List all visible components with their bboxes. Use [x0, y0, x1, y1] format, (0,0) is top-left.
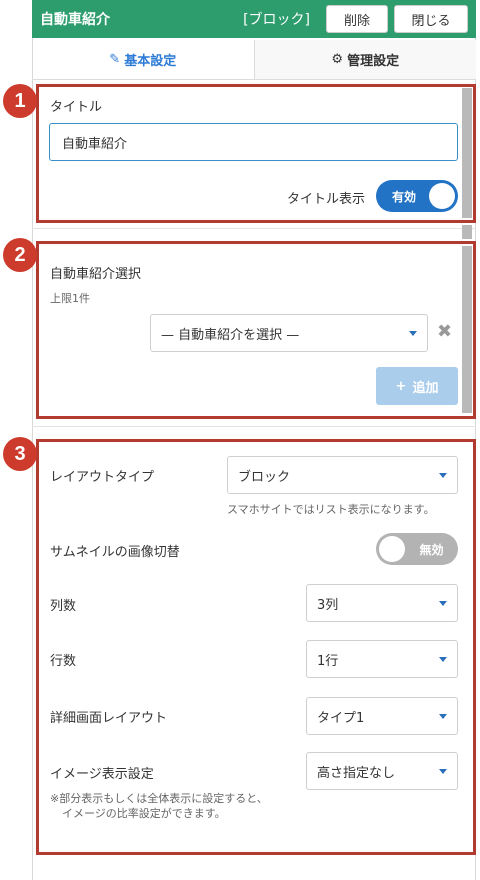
scrollbar[interactable] — [462, 88, 472, 218]
car-select-label: 自動車紹介選択 — [50, 267, 142, 282]
title-display-toggle[interactable]: 有効 — [376, 180, 458, 212]
detail-layout-select[interactable]: タイプ1 — [306, 697, 458, 735]
chevron-down-icon — [439, 768, 447, 774]
image-display-label: イメージ表示設定 — [50, 767, 154, 782]
layout-type-select[interactable]: ブロック — [227, 456, 458, 494]
add-label: 追加 — [412, 380, 439, 396]
rows-select[interactable]: 1行 — [306, 640, 458, 678]
select-value: タイプ1 — [317, 710, 365, 726]
gear-icon: ⚙ — [331, 52, 344, 67]
scrollbar-thumb[interactable] — [462, 225, 472, 239]
columns-select[interactable]: 3列 — [306, 584, 458, 622]
image-note-line2: イメージの比率設定ができます。 — [62, 807, 226, 820]
delete-button[interactable]: 削除 — [326, 5, 388, 33]
toggle-label: 無効 — [419, 542, 444, 557]
tab-label: 管理設定 — [347, 54, 400, 69]
detail-layout-label: 詳細画面レイアウト — [50, 711, 168, 726]
limit-note: 上限1件 — [50, 292, 90, 305]
select-value: 高さ指定なし — [317, 765, 396, 781]
divider — [32, 426, 476, 427]
chevron-down-icon — [439, 656, 447, 662]
tab-label: 基本設定 — [124, 54, 177, 69]
close-button[interactable]: 閉じる — [394, 5, 468, 33]
thumb-switch-label: サムネイルの画像切替 — [50, 545, 180, 560]
close-icon[interactable]: ✖ — [437, 321, 452, 342]
select-value: ブロック — [238, 469, 291, 485]
toggle-knob — [379, 536, 405, 562]
panel-header: 自動車紹介 [ブロック] 削除 閉じる — [32, 0, 476, 38]
chevron-down-icon — [439, 472, 447, 478]
rows-label: 行数 — [50, 654, 77, 669]
edit-icon: ✎ — [109, 52, 121, 67]
chevron-down-icon — [409, 330, 417, 336]
chevron-down-icon — [439, 713, 447, 719]
title-display-label: タイトル表示 — [287, 192, 366, 207]
callout-badge-1: 1 — [3, 84, 37, 118]
columns-label: 列数 — [50, 599, 77, 614]
thumb-switch-toggle[interactable]: 無効 — [376, 533, 458, 565]
callout-badge-2: 2 — [3, 238, 37, 272]
panel-title: 自動車紹介 — [40, 12, 110, 28]
tab-bar: ✎ 基本設定 ⚙ 管理設定 — [32, 40, 476, 80]
select-value: 1行 — [317, 653, 339, 669]
title-label: タイトル — [50, 100, 103, 115]
tab-admin-settings[interactable]: ⚙ 管理設定 — [253, 40, 476, 79]
plus-icon: + — [395, 378, 407, 394]
layout-type-label: レイアウトタイプ — [50, 470, 155, 485]
block-type-tag: [ブロック] — [243, 12, 310, 28]
tab-basic-settings[interactable]: ✎ 基本設定 — [32, 40, 254, 79]
add-button[interactable]: + 追加 — [376, 367, 458, 405]
title-input[interactable]: 自動車紹介 — [49, 123, 458, 161]
image-display-select[interactable]: 高さ指定なし — [306, 752, 458, 790]
callout-badge-3: 3 — [3, 437, 37, 471]
car-select-dropdown[interactable]: — 自動車紹介を選択 — — [150, 314, 428, 352]
divider — [32, 228, 476, 229]
select-value: 3列 — [317, 597, 339, 613]
select-value: — 自動車紹介を選択 — — [161, 327, 300, 343]
image-note-line1: ※部分表示もしくは全体表示に設定すると、 — [50, 792, 268, 805]
toggle-label: 有効 — [392, 189, 417, 204]
toggle-knob — [429, 183, 455, 209]
layout-note: スマホサイトではリスト表示になります。 — [227, 503, 435, 516]
scrollbar[interactable] — [462, 246, 472, 413]
chevron-down-icon — [439, 600, 447, 606]
